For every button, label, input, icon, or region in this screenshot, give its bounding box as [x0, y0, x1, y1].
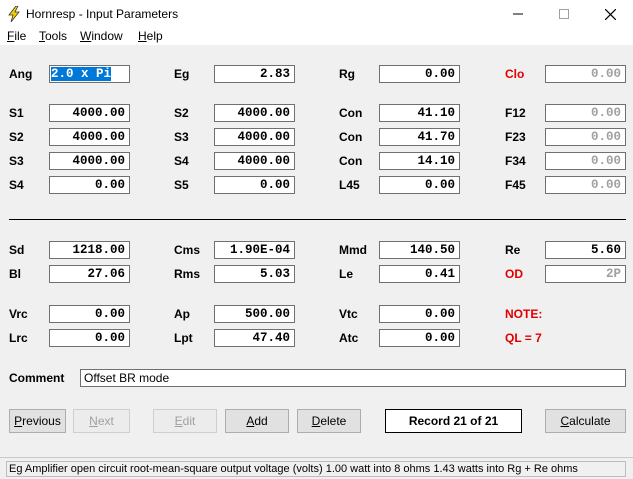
label-ap: Ap: [174, 307, 190, 321]
ql-note: QL = 7: [505, 331, 542, 345]
previous-button[interactable]: Previous: [9, 409, 66, 433]
label-vtc: Vtc: [339, 307, 358, 321]
input-parameters-panel: Ang 2.0 x Pi Eg 2.83 Rg 0.00 Clo 0.00 S1…: [0, 45, 633, 457]
label-cms: Cms: [174, 243, 201, 257]
menu-window[interactable]: Window: [80, 29, 123, 43]
lrc-field[interactable]: 0.00: [49, 329, 130, 347]
menu-tools[interactable]: Tools: [39, 29, 67, 43]
minimize-button[interactable]: [495, 0, 541, 28]
s4-row-field[interactable]: 0.00: [49, 176, 130, 194]
maximize-icon: [559, 9, 569, 19]
s2-row-field[interactable]: 4000.00: [49, 128, 130, 146]
label-rg: Rg: [339, 67, 355, 81]
label-con-2: Con: [339, 130, 363, 144]
label-con-3: Con: [339, 154, 363, 168]
status-bar: Eg Amplifier open circuit root-mean-squa…: [0, 457, 633, 479]
od-field: 2P: [545, 265, 626, 283]
label-clo: Clo: [505, 67, 525, 81]
label-s5: S5: [174, 178, 189, 192]
label-s3: S3: [174, 130, 189, 144]
f12-field: 0.00: [545, 104, 626, 122]
label-s3-row: S3: [9, 154, 24, 168]
close-button[interactable]: [587, 0, 633, 28]
label-con-1: Con: [339, 106, 363, 120]
ang-field[interactable]: 2.0 x Pi: [49, 65, 130, 83]
sd-field[interactable]: 1218.00: [49, 241, 130, 259]
con-3-field[interactable]: 14.10: [379, 152, 460, 170]
comment-label: Comment: [9, 371, 65, 385]
calculate-button[interactable]: Calculate: [545, 409, 626, 433]
label-f12: F12: [505, 106, 526, 120]
title-bar: Hornresp - Input Parameters: [0, 0, 633, 28]
mmd-field[interactable]: 140.50: [379, 241, 460, 259]
label-mmd: Mmd: [339, 243, 367, 257]
close-icon: [604, 8, 616, 20]
le-field[interactable]: 0.41: [379, 265, 460, 283]
f45-field: 0.00: [545, 176, 626, 194]
lpt-field[interactable]: 47.40: [214, 329, 295, 347]
label-s2-row: S2: [9, 130, 24, 144]
delete-button[interactable]: Delete: [297, 409, 361, 433]
label-s4-row: S4: [9, 178, 24, 192]
s3-row-field[interactable]: 4000.00: [49, 152, 130, 170]
s4-field[interactable]: 4000.00: [214, 152, 295, 170]
s3-field[interactable]: 4000.00: [214, 128, 295, 146]
label-vrc: Vrc: [9, 307, 28, 321]
menu-file[interactable]: File: [7, 29, 26, 43]
rms-field[interactable]: 5.03: [214, 265, 295, 283]
label-l45: L45: [339, 178, 360, 192]
label-ang: Ang: [9, 67, 33, 81]
edit-button: Edit: [153, 409, 217, 433]
bl-field[interactable]: 27.06: [49, 265, 130, 283]
label-atc: Atc: [339, 331, 359, 345]
s5-field[interactable]: 0.00: [214, 176, 295, 194]
re-field[interactable]: 5.60: [545, 241, 626, 259]
label-bl: Bl: [9, 267, 21, 281]
atc-field[interactable]: 0.00: [379, 329, 460, 347]
eg-field[interactable]: 2.83: [214, 65, 295, 83]
window-title: Hornresp - Input Parameters: [26, 7, 179, 21]
label-s1: S1: [9, 106, 24, 120]
label-re: Re: [505, 243, 521, 257]
label-f45: F45: [505, 178, 526, 192]
label-s2: S2: [174, 106, 189, 120]
comment-field[interactable]: Offset BR mode: [80, 369, 626, 387]
label-s4: S4: [174, 154, 189, 168]
label-od: OD: [505, 267, 523, 281]
label-f23: F23: [505, 130, 526, 144]
label-rms: Rms: [174, 267, 201, 281]
add-button[interactable]: Add: [225, 409, 289, 433]
label-lpt: Lpt: [174, 331, 193, 345]
minimize-icon: [513, 13, 523, 15]
con-1-field[interactable]: 41.10: [379, 104, 460, 122]
clo-field: 0.00: [545, 65, 626, 83]
note-label: NOTE:: [505, 307, 543, 321]
con-2-field[interactable]: 41.70: [379, 128, 460, 146]
menu-bar: File Tools Window Help: [0, 28, 633, 45]
f23-field: 0.00: [545, 128, 626, 146]
maximize-button: [541, 0, 587, 28]
cms-field[interactable]: 1.90E-04: [214, 241, 295, 259]
status-text: Eg Amplifier open circuit root-mean-squa…: [6, 461, 626, 477]
label-lrc: Lrc: [9, 331, 28, 345]
menu-help[interactable]: Help: [138, 29, 163, 43]
rg-field[interactable]: 0.00: [379, 65, 460, 83]
label-f34: F34: [505, 154, 526, 168]
l45-field[interactable]: 0.00: [379, 176, 460, 194]
lightning-icon: [8, 6, 20, 22]
section-divider: [9, 219, 626, 220]
s1-field[interactable]: 4000.00: [49, 104, 130, 122]
label-le: Le: [339, 267, 354, 281]
s2-field[interactable]: 4000.00: [214, 104, 295, 122]
label-sd: Sd: [9, 243, 25, 257]
next-button: Next: [73, 409, 130, 433]
record-indicator: Record 21 of 21: [385, 409, 522, 433]
label-eg: Eg: [174, 67, 190, 81]
ap-field[interactable]: 500.00: [214, 305, 295, 323]
f34-field: 0.00: [545, 152, 626, 170]
vtc-field[interactable]: 0.00: [379, 305, 460, 323]
vrc-field[interactable]: 0.00: [49, 305, 130, 323]
